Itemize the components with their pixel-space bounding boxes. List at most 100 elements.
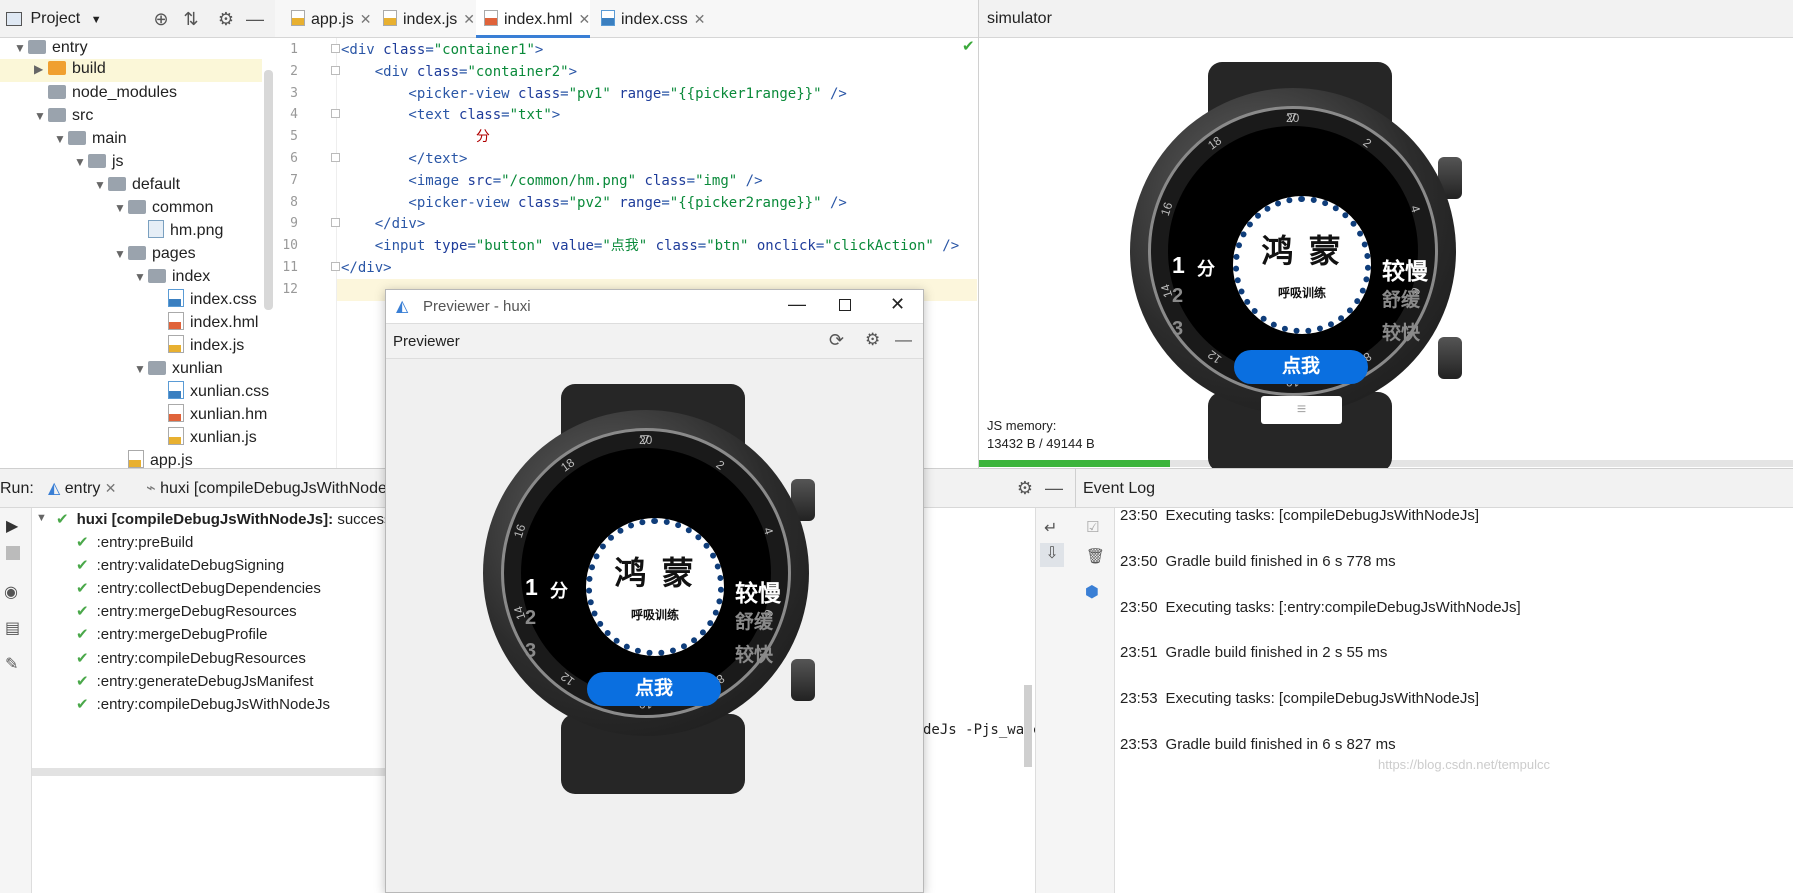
expand-arrow-icon[interactable]: ▼ [94,172,108,198]
tab-index-js[interactable]: index.js ✕ [375,0,475,38]
build-task-row[interactable]: ✔:entry:validateDebugSigning [76,554,284,577]
close-icon[interactable]: ✕ [578,11,590,27]
code-line[interactable]: </div> [341,257,392,279]
event-log-entry: 23:50 Gradle build finished in 6 s 778 ms [1120,553,1396,570]
tree-item-app-js[interactable]: app.js [114,448,193,468]
window-close-icon[interactable]: ✕ [890,294,905,315]
soft-wrap-icon[interactable]: ↵ [1044,518,1057,538]
simulator-bottom-button[interactable]: ≡ [1261,396,1342,424]
collapse-all-icon[interactable]: ⇅ [180,8,202,30]
mark-read-icon[interactable]: ☑ [1086,518,1099,536]
picker2-option[interactable]: 舒缓 [735,607,773,634]
code-line[interactable]: <div class="container1"> [341,39,543,61]
build-task-row[interactable]: ✔:entry:mergeDebugResources [76,600,297,623]
code-line[interactable]: </text> [341,148,467,170]
close-icon[interactable]: ✕ [463,11,475,27]
minimize-icon[interactable]: — [895,330,912,350]
trash-icon[interactable]: 🗑 [1086,547,1105,565]
collapse-arrow-icon[interactable]: ▶ [34,56,48,82]
picker2-option[interactable]: 较慢 [1382,252,1428,286]
gear-icon[interactable]: ⚙ [1014,477,1036,499]
build-root-row[interactable]: ✔ huxi [compileDebugJsWithNodeJs]: succes… [56,508,420,531]
fold-marker-icon[interactable] [331,65,340,75]
build-task-row[interactable]: ✔:entry:compileDebugJsWithNodeJs [76,693,330,716]
expand-arrow-icon[interactable]: ▼ [36,512,47,524]
close-icon[interactable]: ✕ [360,11,372,27]
eye-icon[interactable]: ◉ [4,582,18,602]
css-file-icon [601,9,615,26]
picker2-option[interactable]: 较快 [735,640,773,667]
code-token: range [619,194,662,211]
click-me-button[interactable]: 点我 [587,672,721,706]
picker1-option[interactable]: 2 [1172,285,1183,308]
build-task-row[interactable]: ✔:entry:mergeDebugProfile [76,623,268,646]
expand-arrow-icon[interactable]: ▼ [34,103,48,129]
layout-icon[interactable]: ▤ [5,618,20,638]
picker1-option[interactable]: 2 [525,607,536,630]
window-maximize-icon[interactable] [839,299,851,311]
stop-icon[interactable] [6,546,20,560]
event-message: Gradle build finished in 6 s 827 ms [1165,736,1396,753]
expand-arrow-icon[interactable]: ▼ [134,264,148,290]
code-token: > [568,63,578,80]
picker2-option[interactable]: 舒缓 [1382,285,1420,312]
gear-icon[interactable]: ⚙ [215,8,237,30]
project-view-selector[interactable]: Project ▼ [6,8,102,30]
fold-marker-icon[interactable] [331,109,340,119]
code-line[interactable]: <div class="container2"> [341,61,577,83]
settings-icon[interactable]: ⬢ [1085,582,1099,602]
folder-icon [48,107,66,122]
expand-arrow-icon[interactable]: ▼ [14,38,28,61]
fold-marker-icon[interactable] [331,44,340,53]
tab-app-js[interactable]: app.js ✕ [283,0,371,38]
picker1-option[interactable]: 3 [1172,318,1183,341]
code-line[interactable]: <image src="/common/hm.png" class="img" … [341,170,762,192]
code-token: "container2" [467,63,569,80]
code-line[interactable]: <text class="txt"> [341,104,560,126]
click-me-button[interactable]: 点我 [1234,350,1368,384]
tab-index-css[interactable]: index.css ✕ [593,0,705,38]
build-task-row[interactable]: ✔:entry:generateDebugJsManifest [76,670,313,693]
expand-arrow-icon[interactable]: ▼ [134,356,148,382]
picker2-option[interactable]: 较快 [1382,318,1420,345]
build-tree-hscroll[interactable] [32,768,387,776]
gear-icon[interactable]: ⚙ [865,330,880,350]
code-token: "container1" [433,42,535,58]
locate-icon[interactable]: ⊕ [150,8,172,30]
expand-arrow-icon[interactable]: ▼ [114,241,128,267]
play-icon[interactable]: ▶ [6,516,18,536]
expand-arrow-icon[interactable]: ▼ [114,195,128,221]
code-token: "{{picker2range}}" [669,194,822,211]
code-line[interactable]: <input type="button" value="点我" class="b… [341,235,959,257]
minimize-icon[interactable]: — [244,8,266,30]
fold-marker-icon[interactable] [331,153,340,162]
build-task-row[interactable]: ✔:entry:compileDebugResources [76,647,306,670]
code-line[interactable]: 分 [341,126,490,148]
tree-item-build[interactable]: ▶ build [34,56,106,82]
build-task-row[interactable]: ✔:entry:preBuild [76,531,193,554]
previewer-watch: 2468101214161820▽鸿 蒙呼吸训练123分较慢舒缓较快点我 [473,384,833,794]
minimize-icon[interactable]: — [1043,477,1065,499]
close-icon[interactable]: ✕ [105,480,117,496]
console-scrollbar[interactable] [1024,685,1032,767]
picker1-option[interactable]: 3 [525,640,536,663]
fold-marker-icon[interactable] [331,218,340,228]
pin-icon[interactable]: ✎ [5,654,18,674]
tab-index-hml[interactable]: index.hml ✕ [476,0,591,38]
scroll-to-end-icon[interactable]: ⇩ [1040,543,1064,567]
picker1-option[interactable]: 1 [525,574,538,601]
build-task-row[interactable]: ✔:entry:collectDebugDependencies [76,577,321,600]
refresh-icon[interactable]: ⟳ [829,330,844,351]
expand-arrow-icon[interactable]: ▼ [54,126,68,152]
close-icon[interactable]: ✕ [694,11,706,27]
run-tab-entry[interactable]: ◭ entry ✕ [48,478,117,498]
window-minimize-icon[interactable]: — [788,294,806,315]
picker1-option[interactable]: 1 [1172,252,1185,279]
code-line[interactable]: <picker-view class="pv1" range="{{picker… [341,83,846,105]
picker2-option[interactable]: 较慢 [735,574,781,608]
fold-marker-icon[interactable] [331,262,340,271]
code-line[interactable]: <picker-view class="pv2" range="{{picker… [341,192,846,214]
code-line[interactable]: </div> [341,213,426,235]
run-tab-huxi[interactable]: ⌁ huxi [compileDebugJsWithNodeJs [146,478,403,498]
expand-arrow-icon[interactable]: ▼ [74,149,88,175]
